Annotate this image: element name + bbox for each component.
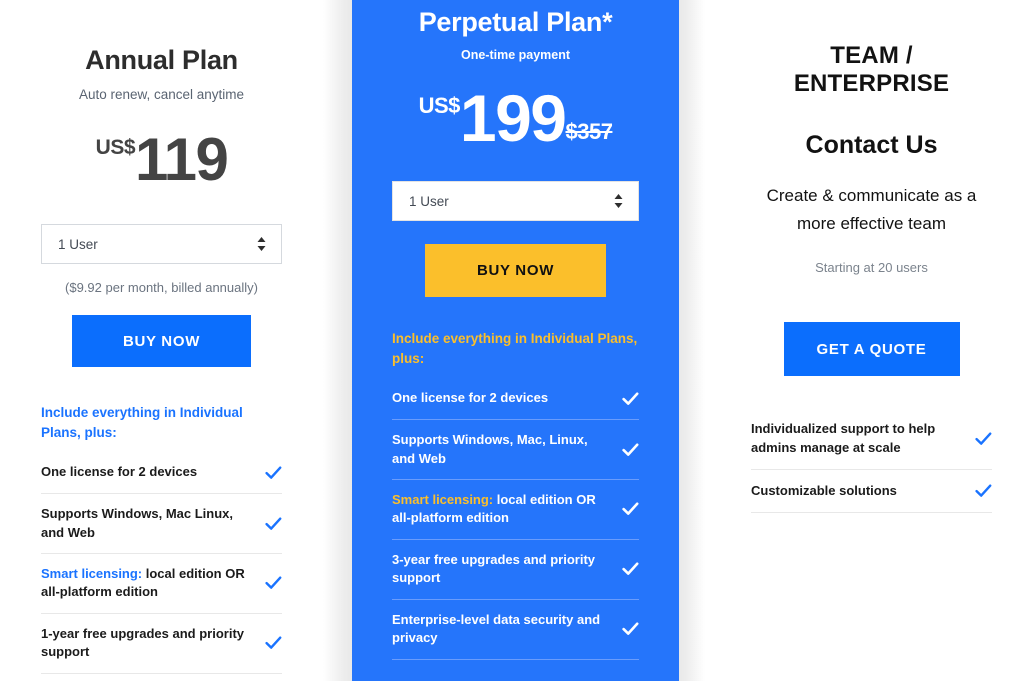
feature-text: 3-year free upgrades and priority suppor… (392, 551, 612, 588)
annual-billing-note: ($9.92 per month, billed annually) (65, 280, 258, 295)
feature-row: One license for 2 devices (41, 452, 282, 495)
feature-body: 3-year free upgrades and priority suppor… (392, 551, 596, 586)
perpetual-old-price: $357 (565, 119, 613, 144)
feature-row: One license for 2 devices (392, 378, 639, 421)
check-icon (622, 442, 639, 457)
feature-body: Supports Windows, Mac, Linux, and Web (392, 432, 588, 466)
feature-row: Enterprise-level data security and priva… (392, 600, 639, 660)
feature-row: 1-year free upgrades and priority suppor… (41, 614, 282, 674)
feature-body: Individualized support to help admins ma… (751, 421, 936, 455)
feature-text: Smart licensing: local edition OR all-pl… (41, 565, 255, 602)
check-icon (622, 622, 639, 636)
annual-seats-select-wrap[interactable]: 1 User (41, 224, 282, 264)
feature-body: Enterprise-level data security and priva… (392, 611, 601, 646)
feature-body: One license for 2 devices (41, 464, 198, 480)
annual-plan-title: Annual Plan (85, 45, 238, 75)
perpetual-seats-select-wrap[interactable]: 1 User (392, 181, 639, 221)
feature-text: One license for 2 devices (41, 463, 197, 481)
feature-body: One license for 2 devices (392, 390, 549, 406)
annual-buy-now-button[interactable]: BUY NOW (72, 315, 251, 367)
check-icon (975, 432, 992, 446)
feature-row: Supports Windows, Mac Linux, and Web (41, 494, 282, 555)
perpetual-features-heading: Include everything in Individual Plans, … (392, 331, 638, 366)
feature-highlight: Smart licensing: (392, 492, 494, 508)
pricing-table: Annual Plan Auto renew, cancel anytime U… (0, 0, 1024, 681)
perpetual-plan-subtitle: One-time payment (460, 48, 571, 62)
perpetual-price-amount: 199 (459, 81, 567, 155)
feature-row: Enterprise-level data security and priva… (41, 674, 282, 681)
feature-text: Smart licensing: local edition OR all-pl… (392, 491, 612, 528)
feature-row: Supports Windows, Mac, Linux, and Web (392, 420, 639, 481)
perpetual-plan-title: Perpetual Plan* (418, 7, 613, 37)
card-shadow-left (323, 0, 352, 681)
annual-features-heading: Include everything in Individual Plans, … (41, 405, 243, 440)
check-icon (622, 562, 639, 576)
annual-price-amount: 119 (135, 126, 229, 193)
check-icon (975, 484, 992, 498)
check-icon (622, 392, 639, 406)
feature-row: 3-year free upgrades and priority suppor… (392, 540, 639, 600)
check-icon (265, 636, 282, 650)
perpetual-features-list: One license for 2 devices Supports Windo… (392, 378, 639, 660)
team-plan-title: TEAM / ENTERPRISE (793, 42, 950, 97)
annual-seats-select[interactable]: 1 User (42, 225, 281, 263)
feature-row: Customizable solutions (751, 470, 992, 514)
plan-card-team: TEAM / ENTERPRISE Contact Us Create & co… (705, 0, 1024, 681)
feature-row: Smart licensing: local edition OR all-pl… (392, 480, 639, 540)
plan-card-annual: Annual Plan Auto renew, cancel anytime U… (0, 0, 323, 681)
perpetual-seats-select[interactable]: 1 User (393, 182, 638, 220)
feature-text: One license for 2 devices (392, 389, 548, 407)
check-icon (265, 576, 282, 590)
feature-body: 1-year free upgrades and priority suppor… (41, 625, 245, 660)
perpetual-buy-now-button[interactable]: BUY NOW (425, 244, 606, 297)
feature-text: Supports Windows, Mac Linux, and Web (41, 505, 255, 542)
feature-text: 1-year free upgrades and priority suppor… (41, 625, 255, 662)
get-a-quote-button[interactable]: GET A QUOTE (783, 322, 960, 377)
annual-price: US$119 (41, 130, 282, 190)
team-starting-at: Starting at 20 users (815, 260, 928, 276)
feature-highlight: Smart licensing: (41, 566, 143, 582)
feature-text: Individualized support to help admins ma… (751, 420, 965, 457)
perpetual-price: US$199$357 (392, 85, 639, 151)
feature-text: Enterprise-level data security and priva… (392, 611, 612, 648)
team-features-list: Individualized support to help admins ma… (751, 408, 992, 514)
team-description: Create & communicate as a more effective… (766, 186, 977, 234)
annual-plan-subtitle: Auto renew, cancel anytime (78, 87, 245, 102)
card-shadow-right (679, 0, 705, 681)
feature-row: Smart licensing: local edition OR all-pl… (41, 554, 282, 614)
annual-currency: US$ (95, 136, 136, 159)
check-icon (265, 517, 282, 531)
feature-text: Supports Windows, Mac, Linux, and Web (392, 431, 612, 468)
perpetual-currency: US$ (418, 93, 461, 118)
plan-card-perpetual: Perpetual Plan* One-time payment US$199$… (352, 0, 679, 681)
annual-features-list: One license for 2 devices Supports Windo… (41, 452, 282, 681)
feature-body: Customizable solutions (751, 483, 897, 498)
feature-body: Supports Windows, Mac Linux, and Web (41, 506, 233, 540)
feature-row: Individualized support to help admins ma… (751, 408, 992, 470)
check-icon (265, 466, 282, 480)
feature-text: Customizable solutions (751, 482, 897, 500)
team-contact-heading: Contact Us (805, 131, 938, 159)
check-icon (622, 502, 639, 516)
